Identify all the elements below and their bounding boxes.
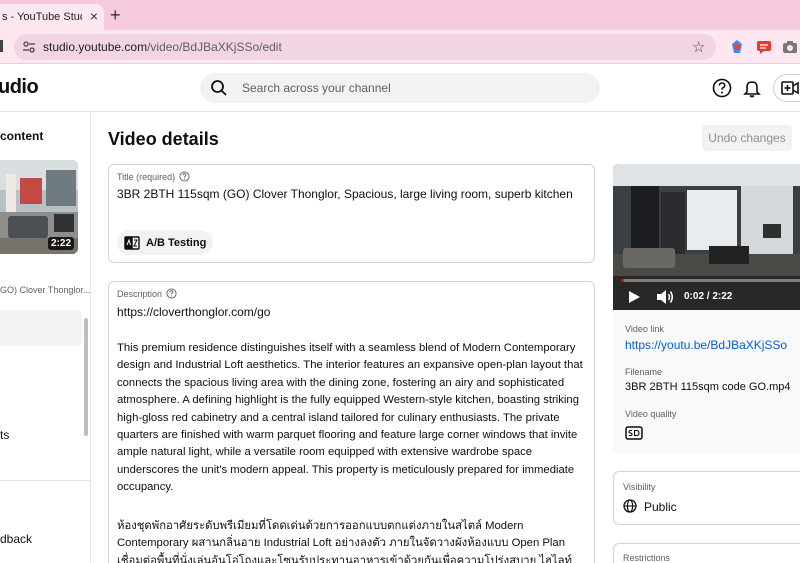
browser-tab-strip: s - YouTube Studio × + <box>0 0 800 30</box>
visibility-label: Visibility <box>623 482 656 492</box>
sidebar-item-ts[interactable]: ts <box>0 428 9 442</box>
search-input[interactable]: Search across your channel <box>242 81 391 95</box>
studio-header: udio Search across your channel <box>0 64 800 112</box>
extension-icon[interactable] <box>729 39 745 55</box>
create-video-icon <box>781 81 799 95</box>
create-button[interactable] <box>773 74 800 102</box>
browser-toolbar: studio.youtube.com/video/BdJBaXKjSSo/edi… <box>0 30 800 64</box>
undo-changes-button[interactable]: Undo changes <box>702 125 792 151</box>
playback-progress-bar[interactable] <box>621 279 800 282</box>
description-link[interactable]: https://cloverthonglor.com/go <box>117 305 270 319</box>
notifications-bell-icon[interactable] <box>742 78 762 98</box>
bookmark-star-icon[interactable]: ☆ <box>692 38 705 56</box>
video-quality-label: Video quality <box>625 409 677 419</box>
help-icon[interactable] <box>179 171 190 182</box>
visibility-value: Public <box>644 500 677 514</box>
url-text[interactable]: studio.youtube.com/video/BdJBaXKjSSo/edi… <box>43 40 282 54</box>
left-sidebar: content 2:22 GO) Clover Thonglor... ts d… <box>0 112 91 563</box>
video-player[interactable]: 0:02 / 2:22 <box>613 164 800 310</box>
url-host: studio.youtube.com <box>43 40 148 54</box>
help-icon[interactable] <box>166 288 177 299</box>
video-preview-card: 0:02 / 2:22 Video link https://youtu.be/… <box>613 164 800 453</box>
description-thai-paragraph[interactable]: ห้องชุดพักอาศัยระดับพรีเมียมที่โดดเด่นด้… <box>117 518 587 563</box>
video-thumbnail[interactable]: 2:22 <box>0 160 78 254</box>
channel-search[interactable]: Search across your channel <box>200 73 600 103</box>
reload-icon[interactable] <box>0 40 3 52</box>
description-field-label: Description <box>117 288 177 299</box>
restrictions-field[interactable]: Restrictions <box>613 543 800 563</box>
extension-icon[interactable] <box>756 39 772 55</box>
sidebar-video-title: GO) Clover Thonglor... <box>0 285 91 295</box>
url-path: /video/BdJBaXKjSSo/edit <box>147 40 282 54</box>
page-title: Video details <box>108 129 219 149</box>
close-tab-icon[interactable]: × <box>90 9 98 23</box>
search-icon <box>211 80 227 96</box>
duration-badge: 2:22 <box>47 237 74 250</box>
video-link[interactable]: https://youtu.be/BdJBaXKjSSo <box>625 338 787 352</box>
new-tab-button[interactable]: + <box>110 6 121 24</box>
globe-icon <box>623 499 637 513</box>
playback-progress-fill <box>621 279 624 282</box>
sidebar-scrollbar[interactable] <box>84 318 88 436</box>
help-icon[interactable] <box>712 78 732 98</box>
title-label-text: Title (required) <box>117 171 176 182</box>
studio-logo[interactable]: udio <box>0 76 39 99</box>
sidebar-item-details[interactable] <box>0 310 82 346</box>
title-field-label: Title (required) <box>117 171 190 182</box>
video-frame <box>613 164 800 310</box>
volume-icon[interactable] <box>656 289 674 305</box>
play-icon[interactable] <box>627 290 641 304</box>
tab-title: s - YouTube Studio <box>2 11 82 23</box>
description-paragraph[interactable]: This premium residence distinguishes its… <box>117 340 587 497</box>
sidebar-divider <box>0 480 90 481</box>
description-label-text: Description <box>117 288 163 299</box>
restrictions-label: Restrictions <box>623 553 671 563</box>
site-settings-icon[interactable] <box>22 40 36 54</box>
playback-time: 0:02 / 2:22 <box>684 291 733 302</box>
browser-tab[interactable]: s - YouTube Studio × <box>0 4 104 30</box>
filename-label: Filename <box>625 367 663 377</box>
ab-testing-label: A/B Testing <box>146 236 207 249</box>
sidebar-item-feedback[interactable]: dback <box>0 532 32 546</box>
camera-icon[interactable] <box>782 39 798 55</box>
visibility-field[interactable]: Visibility Public <box>613 471 800 525</box>
ab-testing-button[interactable]: A/B Testing <box>117 230 213 255</box>
video-link-label: Video link <box>625 324 664 334</box>
sidebar-heading: content <box>0 129 44 143</box>
ab-testing-icon <box>124 235 140 250</box>
sd-icon <box>625 426 643 440</box>
filename-value: 3BR 2BTH 115sqm code GO.mp4 <box>625 381 791 393</box>
title-input[interactable]: 3BR 2BTH 115sqm (GO) Clover Thonglor, Sp… <box>117 187 573 201</box>
description-field[interactable]: Description https://cloverthonglor.com/g… <box>108 281 595 563</box>
title-field[interactable]: Title (required) 3BR 2BTH 115sqm (GO) Cl… <box>108 164 595 263</box>
address-bar[interactable]: studio.youtube.com/video/BdJBaXKjSSo/edi… <box>14 34 716 60</box>
